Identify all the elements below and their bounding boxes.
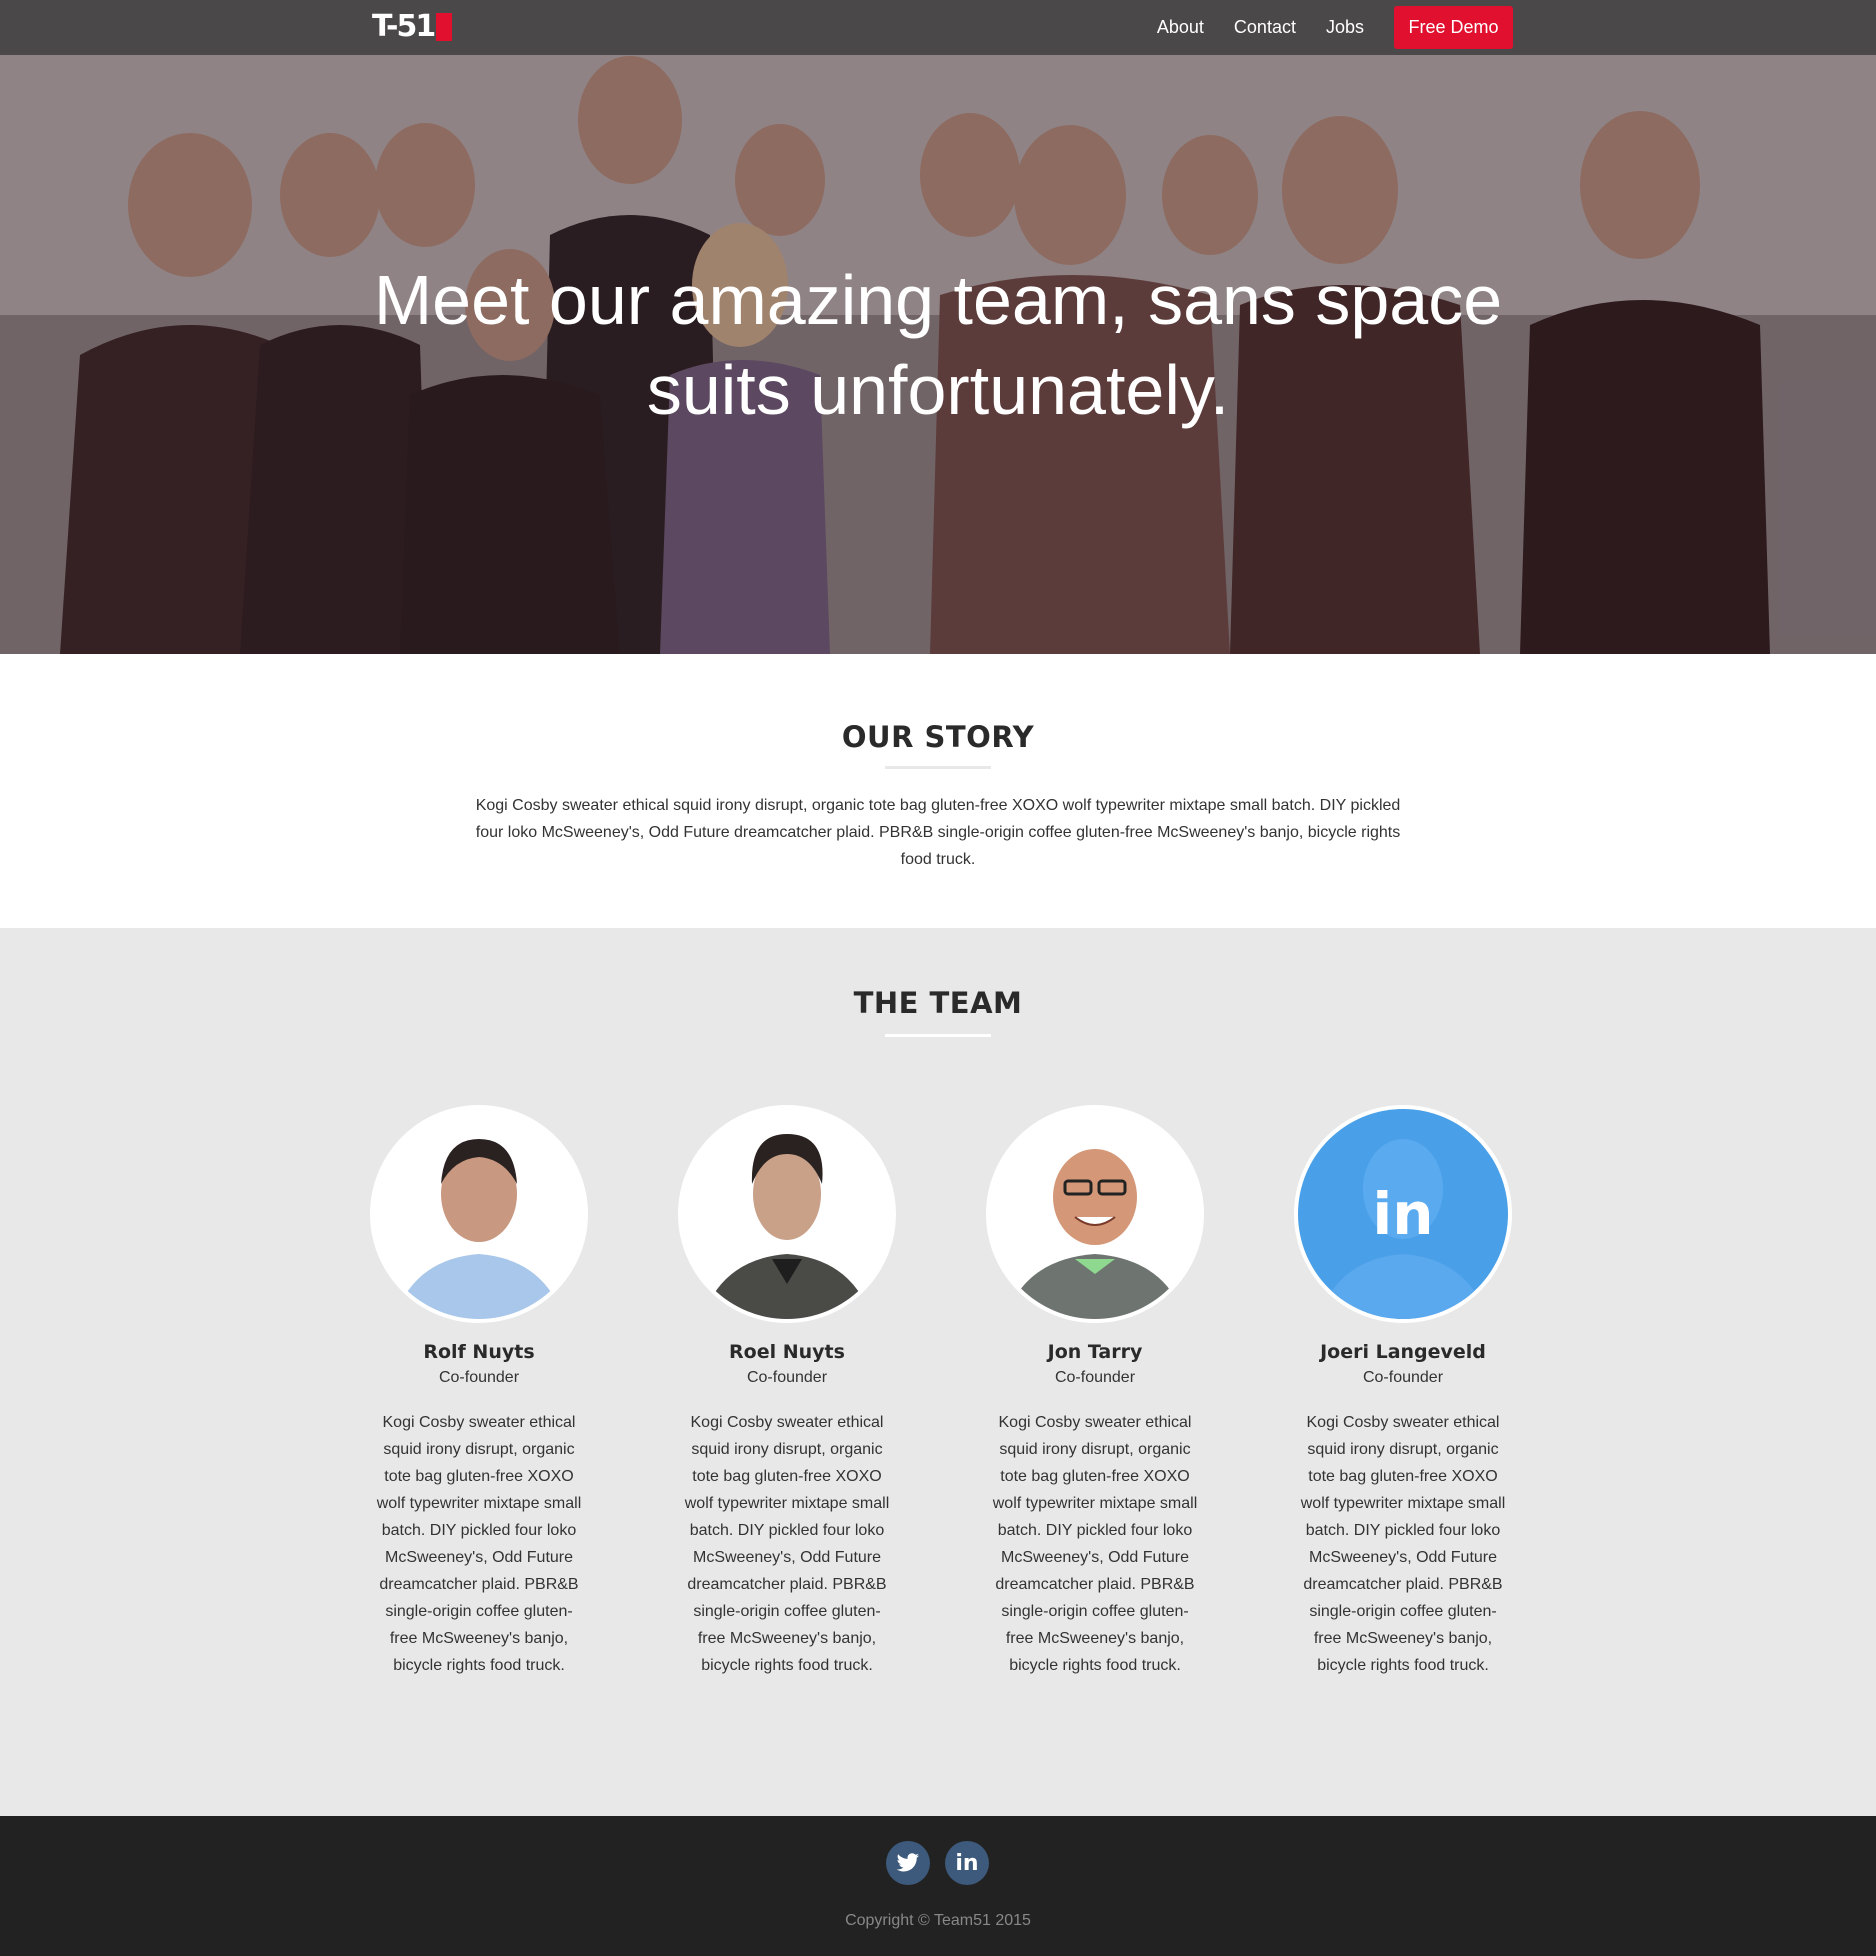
our-story-text: Kogi Cosby sweater ethical squid irony d… [475, 797, 1401, 868]
avatar[interactable] [370, 1105, 588, 1323]
site-logo[interactable]: T-51 [372, 9, 453, 44]
member-bio: Kogi Cosby sweater ethical squid irony d… [376, 1414, 582, 1674]
member-role: Co-founder [1054, 1369, 1136, 1386]
member-name: Roel Nuyts [729, 1341, 845, 1363]
member-role: Co-founder [746, 1369, 828, 1386]
nav-link-jobs[interactable]: Jobs [1326, 17, 1364, 38]
logo-mark [436, 13, 453, 41]
nav-link-about[interactable]: About [1157, 17, 1204, 38]
team-title: THE TEAM [853, 986, 1023, 1020]
member-name: Joeri Langeveld [1320, 1341, 1486, 1363]
member-role: Co-founder [1362, 1369, 1444, 1386]
member-bio: Kogi Cosby sweater ethical squid irony d… [684, 1414, 890, 1674]
logo-text: T-51 [372, 9, 436, 44]
hero-banner: Meet our amazing team, sans space suits … [0, 55, 1876, 654]
our-story-section: OUR STORY Kogi Cosby sweater ethical squ… [0, 654, 1876, 928]
team-member-card: Rolf Nuyts Co-founder Kogi Cosby sweater… [370, 1105, 588, 1679]
member-name: Jon Tarry [1047, 1341, 1143, 1363]
linkedin-icon[interactable]: in [1298, 1109, 1508, 1319]
member-photo [990, 1109, 1200, 1319]
team-member-card: Roel Nuyts Co-founder Kogi Cosby sweater… [678, 1105, 896, 1679]
hero-headline: Meet our amazing team, sans space suits … [373, 261, 1503, 429]
our-story-title: OUR STORY [841, 720, 1035, 754]
team-section: THE TEAM Rolf Nuyts Co-founder Kogi Cosb… [0, 928, 1876, 1816]
member-bio: Kogi Cosby sweater ethical squid irony d… [1300, 1414, 1506, 1674]
free-demo-button[interactable]: Free Demo [1394, 6, 1513, 49]
nav-links: About Contact Jobs Free Demo [1127, 0, 1513, 55]
our-story-underline [885, 766, 991, 769]
avatar[interactable] [678, 1105, 896, 1323]
twitter-icon[interactable] [886, 1841, 930, 1885]
team-member-card: Jon Tarry Co-founder Kogi Cosby sweater … [986, 1105, 1204, 1679]
site-footer: in Copyright © Team51 2015 [0, 1816, 1876, 1956]
avatar[interactable]: in [1294, 1105, 1512, 1323]
member-photo [374, 1109, 584, 1319]
member-bio: Kogi Cosby sweater ethical squid irony d… [992, 1414, 1198, 1674]
member-role: Co-founder [438, 1369, 520, 1386]
avatar[interactable] [986, 1105, 1204, 1323]
member-photo [682, 1109, 892, 1319]
team-title-underline [885, 1034, 991, 1037]
top-navbar: T-51 About Contact Jobs Free Demo [0, 0, 1876, 55]
member-name: Rolf Nuyts [423, 1341, 535, 1363]
copyright-text: Copyright © Team51 2015 [845, 1912, 1031, 1929]
nav-link-contact[interactable]: Contact [1234, 17, 1296, 38]
linkedin-icon[interactable]: in [945, 1841, 989, 1885]
team-member-card: in Joeri Langeveld Co-founder Kogi Cosby… [1294, 1105, 1512, 1679]
